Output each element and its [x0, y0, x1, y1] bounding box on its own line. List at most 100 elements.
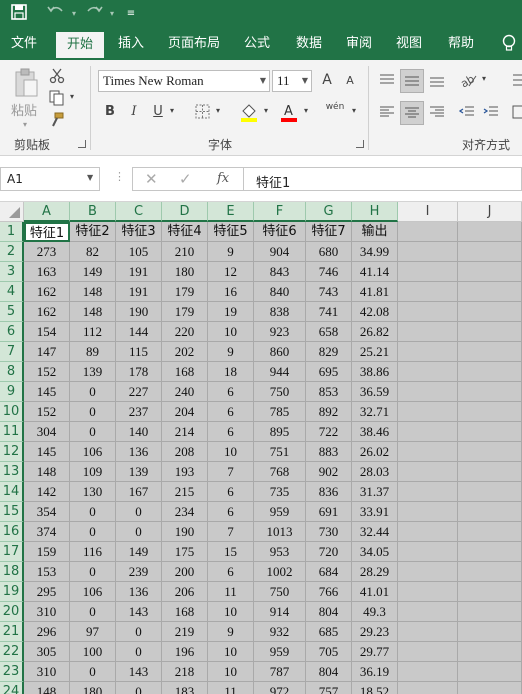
undo-dropdown-icon[interactable]: ▾ [70, 4, 78, 24]
wrap-text-icon[interactable] [512, 72, 522, 88]
table-cell[interactable]: 89 [70, 342, 116, 362]
table-cell[interactable]: 860 [254, 342, 306, 362]
border-icon[interactable] [194, 104, 210, 120]
table-cell[interactable] [398, 442, 458, 462]
paste-dropdown-icon[interactable]: ▾ [20, 120, 30, 129]
table-cell[interactable]: 0 [70, 402, 116, 422]
copy-dropdown-icon[interactable]: ▾ [68, 92, 76, 101]
table-cell[interactable]: 25.21 [352, 342, 398, 362]
tab-home[interactable]: 开始 [56, 32, 104, 60]
table-cell[interactable]: 691 [306, 502, 352, 522]
border-dropdown-icon[interactable]: ▾ [214, 106, 222, 115]
table-cell[interactable]: 354 [24, 502, 70, 522]
table-cell[interactable]: 680 [306, 242, 352, 262]
table-cell[interactable]: 38.86 [352, 362, 398, 382]
fill-color-dropdown-icon[interactable]: ▾ [262, 106, 270, 115]
table-cell[interactable]: 148 [24, 682, 70, 694]
table-cell[interactable]: 7 [208, 522, 254, 542]
table-cell[interactable] [458, 402, 522, 422]
table-cell[interactable]: 162 [24, 282, 70, 302]
table-cell[interactable]: 115 [116, 342, 162, 362]
table-cell[interactable]: 273 [24, 242, 70, 262]
column-header-i[interactable]: I [398, 202, 458, 222]
table-cell[interactable] [398, 422, 458, 442]
table-cell[interactable] [458, 422, 522, 442]
table-cell[interactable]: 145 [24, 442, 70, 462]
table-cell[interactable]: 218 [162, 662, 208, 682]
table-cell[interactable]: 220 [162, 322, 208, 342]
formula-input[interactable]: 特征1 [244, 167, 522, 191]
table-cell[interactable]: 0 [70, 522, 116, 542]
phonetic-guide-button[interactable]: wén [322, 102, 348, 112]
table-cell[interactable]: 6 [208, 422, 254, 442]
row-header[interactable]: 16 [0, 522, 24, 542]
table-cell[interactable] [398, 642, 458, 662]
table-cell[interactable]: 31.37 [352, 482, 398, 502]
table-cell[interactable]: 1002 [254, 562, 306, 582]
table-cell[interactable]: 310 [24, 602, 70, 622]
table-cell[interactable]: 685 [306, 622, 352, 642]
table-cell[interactable]: 9 [208, 342, 254, 362]
header-cell[interactable] [398, 222, 458, 242]
table-cell[interactable] [458, 442, 522, 462]
table-cell[interactable]: 304 [24, 422, 70, 442]
table-cell[interactable]: 741 [306, 302, 352, 322]
table-cell[interactable]: 750 [254, 382, 306, 402]
table-cell[interactable]: 106 [70, 582, 116, 602]
table-cell[interactable]: 804 [306, 602, 352, 622]
table-cell[interactable]: 208 [162, 442, 208, 462]
table-cell[interactable]: 843 [254, 262, 306, 282]
italic-button[interactable]: I [126, 104, 142, 119]
table-cell[interactable]: 33.91 [352, 502, 398, 522]
table-cell[interactable]: 0 [70, 382, 116, 402]
table-cell[interactable]: 10 [208, 662, 254, 682]
tab-formulas[interactable]: 公式 [236, 28, 278, 60]
header-cell[interactable]: 输出 [352, 222, 398, 242]
table-cell[interactable]: 836 [306, 482, 352, 502]
table-cell[interactable]: 210 [162, 242, 208, 262]
header-cell[interactable]: 特征6 [254, 222, 306, 242]
table-cell[interactable]: 183 [162, 682, 208, 694]
decrease-indent-icon[interactable] [458, 104, 476, 120]
header-cell[interactable]: 特征4 [162, 222, 208, 242]
table-cell[interactable]: 6 [208, 402, 254, 422]
merge-center-icon[interactable] [512, 104, 522, 120]
chevron-down-icon[interactable]: ▼ [87, 173, 93, 182]
table-cell[interactable]: 743 [306, 282, 352, 302]
align-middle-icon[interactable] [400, 69, 424, 93]
tab-data[interactable]: 数据 [288, 28, 330, 60]
header-cell[interactable] [458, 222, 522, 242]
table-cell[interactable]: 145 [24, 382, 70, 402]
table-cell[interactable]: 152 [24, 402, 70, 422]
table-cell[interactable]: 730 [306, 522, 352, 542]
tab-page-layout[interactable]: 页面布局 [164, 28, 224, 60]
table-cell[interactable]: 0 [116, 682, 162, 694]
table-cell[interactable]: 751 [254, 442, 306, 462]
table-cell[interactable]: 179 [162, 302, 208, 322]
table-cell[interactable] [398, 582, 458, 602]
align-right-icon[interactable] [428, 104, 446, 120]
table-cell[interactable]: 180 [162, 262, 208, 282]
table-cell[interactable]: 787 [254, 662, 306, 682]
table-cell[interactable] [458, 282, 522, 302]
table-cell[interactable]: 139 [116, 462, 162, 482]
table-cell[interactable]: 28.03 [352, 462, 398, 482]
table-cell[interactable]: 883 [306, 442, 352, 462]
table-cell[interactable]: 97 [70, 622, 116, 642]
table-cell[interactable]: 26.02 [352, 442, 398, 462]
table-cell[interactable] [398, 402, 458, 422]
table-cell[interactable]: 41.01 [352, 582, 398, 602]
table-cell[interactable]: 148 [70, 282, 116, 302]
column-header-d[interactable]: D [162, 202, 208, 222]
bold-button[interactable]: B [102, 104, 118, 119]
row-header[interactable]: 18 [0, 562, 24, 582]
table-cell[interactable]: 214 [162, 422, 208, 442]
table-cell[interactable]: 34.05 [352, 542, 398, 562]
table-cell[interactable]: 12 [208, 262, 254, 282]
table-cell[interactable]: 0 [70, 502, 116, 522]
redo-dropdown-icon[interactable]: ▾ [108, 4, 116, 24]
table-cell[interactable]: 6 [208, 482, 254, 502]
table-cell[interactable] [398, 342, 458, 362]
table-cell[interactable]: 219 [162, 622, 208, 642]
table-cell[interactable]: 9 [208, 622, 254, 642]
